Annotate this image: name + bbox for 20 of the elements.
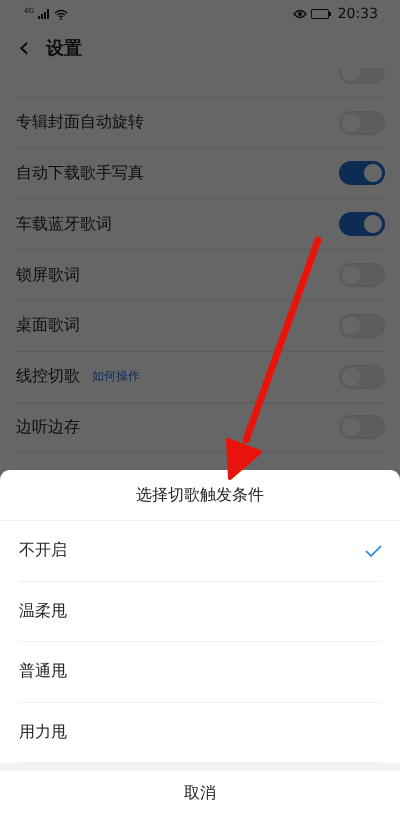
- option-item[interactable]: 不开启: [19, 540, 67, 562]
- setting-label: 车载蓝牙歌词: [16, 214, 112, 235]
- setting-label: 边听边存: [16, 416, 80, 438]
- toggle-switch[interactable]: [339, 212, 385, 236]
- battery-icon: [310, 9, 331, 19]
- setting-label: 锁屏歌词: [16, 264, 80, 286]
- eye-icon: [292, 9, 307, 19]
- option-item[interactable]: 温柔甩: [19, 600, 67, 622]
- status-time: 20:33: [338, 6, 378, 22]
- wifi-icon: [54, 8, 68, 20]
- setting-label: 专辑封面自动旋转: [16, 112, 144, 134]
- signal-icon: [38, 9, 50, 19]
- option-item[interactable]: 用力甩: [19, 722, 67, 743]
- setting-label: 线控切歌: [16, 366, 80, 388]
- page-title: 设置: [46, 37, 82, 60]
- option-item[interactable]: 普通甩: [19, 661, 67, 682]
- setting-label: 桌面歌词: [16, 315, 80, 336]
- sheet-title: 选择切歌触发条件: [0, 470, 400, 521]
- toggle-switch[interactable]: [339, 161, 385, 186]
- setting-label: 自动下载歌手写真: [16, 162, 144, 184]
